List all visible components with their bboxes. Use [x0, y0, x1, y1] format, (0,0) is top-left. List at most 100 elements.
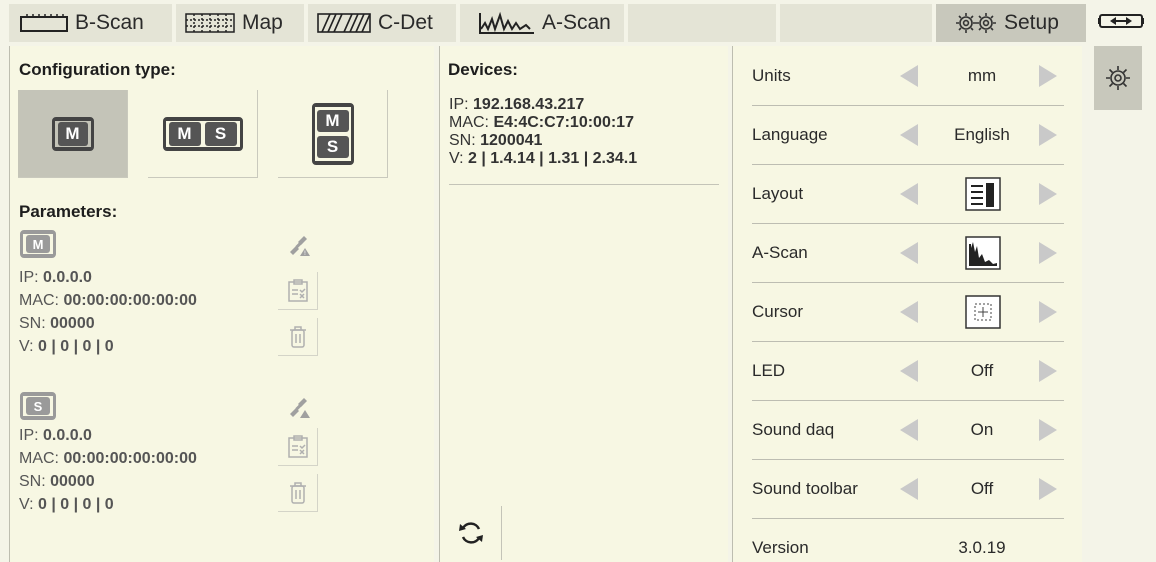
gears-icon — [954, 11, 998, 35]
master-ip: 0.0.0.0 — [43, 269, 92, 286]
tab-setup[interactable]: Setup — [936, 4, 1086, 42]
refresh-button[interactable] — [440, 506, 502, 560]
sn-label: SN: — [19, 473, 46, 490]
cdet-icon — [316, 12, 372, 34]
master-chip: M — [26, 235, 50, 253]
trash-icon — [289, 325, 306, 348]
next-arrow-icon[interactable] — [1039, 183, 1057, 205]
ascan-waveform-icon — [478, 11, 536, 35]
previous-arrow-icon[interactable] — [900, 242, 918, 264]
setting-units: Units mm — [752, 48, 1064, 106]
tab-label: A-Scan — [542, 11, 611, 34]
previous-arrow-icon[interactable] — [900, 478, 918, 500]
next-arrow-icon[interactable] — [1039, 360, 1057, 382]
setting-led: LED Off — [752, 343, 1064, 401]
divider — [752, 105, 1064, 106]
previous-arrow-icon[interactable] — [900, 183, 918, 205]
clipboard-check-button[interactable] — [278, 272, 318, 310]
setting-label: Units — [752, 66, 791, 85]
setting-label: A-Scan — [752, 243, 808, 262]
mac-label: MAC: — [19, 292, 59, 309]
next-arrow-icon[interactable] — [1039, 419, 1057, 441]
config-option-single[interactable]: M — [18, 90, 128, 178]
slave-chip: S — [316, 135, 349, 158]
device-list-item[interactable]: IP: 192.168.43.217 MAC: E4:4C:C7:10:00:1… — [449, 96, 637, 168]
config-option-dual[interactable]: M S — [148, 90, 258, 178]
disconnected-plug-icon[interactable] — [286, 396, 312, 423]
next-arrow-icon[interactable] — [1039, 242, 1057, 264]
device-ip: 192.168.43.217 — [473, 96, 585, 113]
mac-label: MAC: — [449, 114, 489, 131]
divider — [752, 164, 1064, 165]
previous-arrow-icon[interactable] — [900, 124, 918, 146]
setup-panel: Units mm Language English Layout A-Scan … — [732, 46, 1082, 562]
setting-label: Language — [752, 125, 828, 144]
side-rail — [1094, 46, 1156, 562]
configuration-title: Configuration type: — [19, 60, 176, 79]
master-version: 0 | 0 | 0 | 0 — [37, 338, 114, 355]
trash-icon — [289, 481, 306, 504]
next-arrow-icon[interactable] — [1039, 478, 1057, 500]
tab-label: Map — [242, 11, 283, 34]
divider — [752, 400, 1064, 401]
tab-cdet[interactable]: C-Det — [308, 4, 456, 42]
v-label: V: — [449, 150, 464, 167]
setting-value: On — [970, 420, 994, 439]
tab-label: C-Det — [378, 11, 433, 34]
tab-label: Setup — [1004, 11, 1059, 34]
sn-label: SN: — [19, 315, 46, 332]
master-chip: M — [168, 121, 201, 146]
tab-map[interactable]: Map — [176, 4, 304, 42]
master-chip: M — [316, 109, 349, 132]
tab-empty-2 — [780, 4, 932, 42]
previous-arrow-icon[interactable] — [900, 301, 918, 323]
setting-label: Version — [752, 538, 809, 557]
gear-icon — [1106, 66, 1130, 90]
previous-arrow-icon[interactable] — [900, 419, 918, 441]
setting-label: Sound toolbar — [752, 479, 858, 498]
next-arrow-icon[interactable] — [1039, 65, 1057, 87]
probe-bracket-icon: M S — [311, 102, 354, 165]
clipboard-icon — [287, 434, 308, 458]
setting-cursor: Cursor — [752, 284, 1064, 342]
next-arrow-icon[interactable] — [1039, 301, 1057, 323]
bscan-icon — [19, 12, 69, 34]
divider — [752, 459, 1064, 460]
svg-text:!: ! — [304, 250, 306, 256]
devices-title: Devices: — [448, 60, 518, 79]
previous-arrow-icon[interactable] — [900, 360, 918, 382]
tab-ascan[interactable]: A-Scan — [460, 4, 624, 42]
slave-sn: 00000 — [50, 473, 95, 490]
master-mac: 00:00:00:00:00:00 — [63, 292, 197, 309]
clipboard-check-button[interactable] — [278, 428, 318, 466]
v-label: V: — [19, 338, 34, 355]
master-sn: 00000 — [50, 315, 95, 332]
divider — [752, 223, 1064, 224]
probe-bracket-icon: M S — [162, 116, 243, 151]
clipboard-icon — [287, 278, 308, 302]
devices-panel: Devices: IP: 192.168.43.217 MAC: E4:4C:C… — [439, 46, 728, 562]
setting-value: Off — [970, 479, 994, 498]
tab-bscan[interactable]: B-Scan — [9, 4, 172, 42]
slave-chip: S — [26, 397, 50, 415]
map-grid-icon — [184, 12, 236, 34]
master-params: IP: 0.0.0.0 MAC: 00:00:00:00:00:00 SN: 0… — [19, 266, 197, 358]
divider — [449, 184, 719, 185]
delete-button[interactable] — [278, 318, 318, 356]
next-arrow-icon[interactable] — [1039, 124, 1057, 146]
device-sn: 1200041 — [480, 132, 543, 149]
settings-rail-button[interactable] — [1094, 46, 1142, 110]
slave-mac: 00:00:00:00:00:00 — [63, 450, 197, 467]
config-option-stacked[interactable]: M S — [278, 90, 388, 178]
refresh-icon — [458, 522, 483, 544]
ascan-fill-icon — [965, 236, 1001, 275]
version-value: 3.0.19 — [958, 538, 1006, 557]
device-version: 2 | 1.4.14 | 1.31 | 2.34.1 — [467, 150, 638, 167]
delete-button[interactable] — [278, 474, 318, 512]
disconnected-plug-icon[interactable]: ! — [286, 234, 312, 261]
setting-value: English — [954, 125, 1010, 144]
setting-label: LED — [752, 361, 786, 380]
previous-arrow-icon[interactable] — [900, 65, 918, 87]
setting-label: Layout — [752, 184, 804, 203]
layout-icon — [965, 177, 1001, 216]
